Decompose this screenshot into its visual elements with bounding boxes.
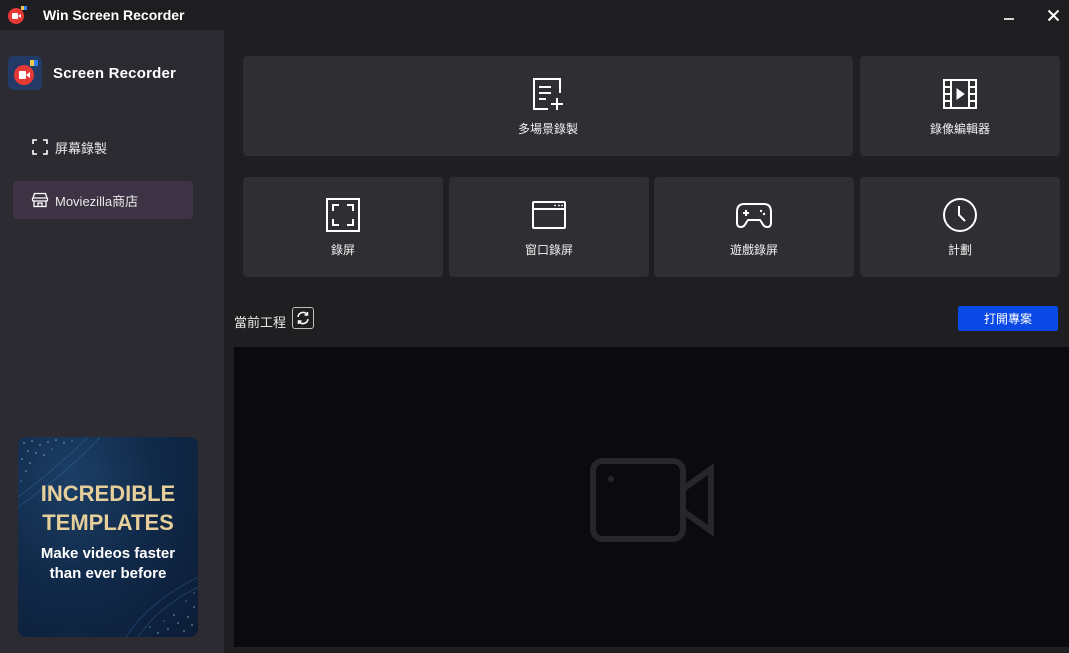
promo-headline: INCREDIBLE TEMPLATES	[18, 479, 198, 537]
refresh-button[interactable]	[292, 307, 314, 329]
video-camera-placeholder-icon	[590, 458, 714, 542]
promo-dots-decoration	[18, 437, 198, 637]
schedule-tile[interactable]: 計劃	[860, 177, 1060, 277]
window-record-icon	[529, 195, 569, 235]
title-bar: Win Screen Recorder	[0, 0, 1069, 30]
store-icon	[31, 191, 49, 209]
brand-logo-icon	[8, 56, 42, 90]
refresh-icon	[297, 311, 309, 325]
current-project-label: 當前工程	[234, 315, 287, 330]
tile-label: 錄像編輯器	[929, 122, 990, 136]
screen-record-icon	[323, 195, 363, 235]
minimize-icon	[1004, 18, 1014, 20]
multi-scene-recording-tile[interactable]: 多場景錄製	[243, 56, 853, 156]
screen-recording-tile[interactable]: 錄屏	[243, 177, 443, 277]
promo-headline-line-1: INCREDIBLE	[40, 481, 176, 506]
clock-icon	[940, 195, 980, 235]
promo-subtitle-line-2: than ever before	[49, 565, 167, 582]
promo-headline-line-2: TEMPLATES	[42, 510, 174, 535]
window-title: Win Screen Recorder	[43, 7, 185, 23]
close-button[interactable]	[1040, 3, 1066, 27]
project-preview-area	[234, 347, 1069, 647]
minimize-button[interactable]	[996, 3, 1022, 27]
promo-subtitle-line-1: Make videos faster	[40, 545, 176, 562]
tile-label: 多場景錄製	[517, 122, 578, 136]
tile-label: 計劃	[947, 243, 972, 257]
open-project-button[interactable]: 打開專案	[958, 306, 1058, 331]
promo-subtitle: Make videos faster than ever before	[18, 544, 198, 584]
multi-scene-icon	[528, 74, 568, 114]
app-logo-icon	[8, 6, 27, 24]
promo-banner[interactable]: INCREDIBLE TEMPLATES Make videos faster …	[18, 437, 198, 637]
window-recording-tile[interactable]: 窗口錄屏	[449, 177, 649, 277]
game-recording-tile[interactable]: 遊戲錄屏	[654, 177, 854, 277]
screen-capture-icon	[31, 138, 49, 156]
sidebar-item-screen-recording[interactable]: 屏幕錄製	[13, 128, 193, 166]
gamepad-icon	[734, 195, 774, 235]
sidebar-item-label: Moviezilla商店	[55, 193, 139, 209]
sidebar: Screen Recorder 屏幕錄製 Moviezilla商店 INCRED…	[0, 30, 224, 653]
main-panel: 多場景錄製 錄像編輯器 錄屏 窗口錄屏 遊戲錄屏 計劃 當前工程 打開專案	[224, 30, 1069, 653]
close-icon	[1047, 9, 1059, 21]
tile-label: 錄屏	[330, 243, 355, 257]
video-editor-tile[interactable]: 錄像編輯器	[860, 56, 1060, 156]
film-editor-icon	[940, 74, 980, 114]
brand-name: Screen Recorder	[53, 65, 177, 82]
tile-label: 遊戲錄屏	[729, 243, 778, 257]
tile-label: 窗口錄屏	[524, 243, 573, 257]
sidebar-item-label: 屏幕錄製	[55, 140, 108, 156]
sidebar-item-moviezilla-store[interactable]: Moviezilla商店	[13, 181, 193, 219]
